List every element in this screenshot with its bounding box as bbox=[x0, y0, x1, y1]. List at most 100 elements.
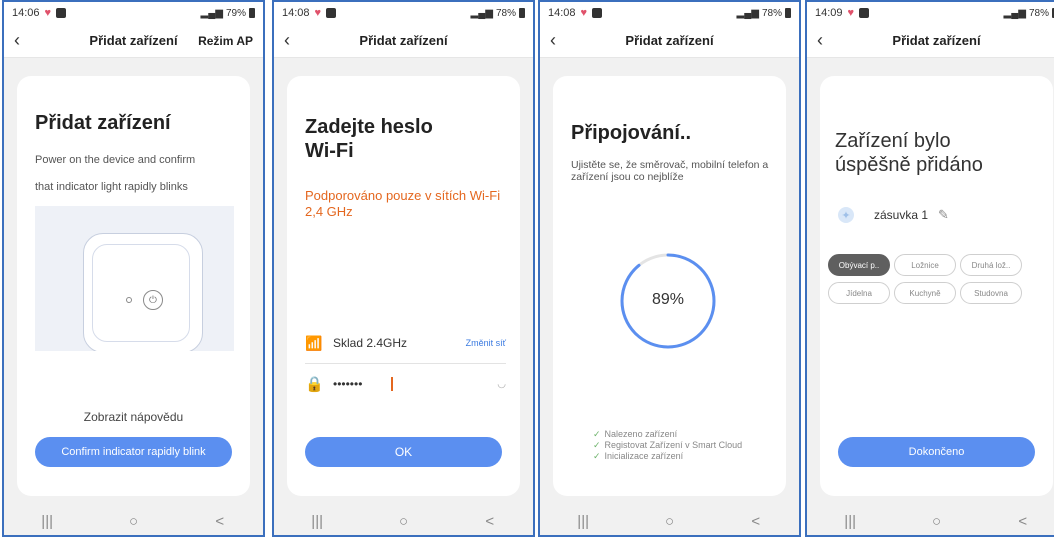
room-chip[interactable]: Ložnice bbox=[894, 254, 956, 276]
divider bbox=[305, 363, 506, 364]
list-item: ✓ Nalezeno zařízení bbox=[593, 429, 678, 439]
edit-icon[interactable]: ✎ bbox=[938, 207, 949, 223]
system-back-icon[interactable]: < bbox=[1003, 513, 1043, 530]
system-back-icon[interactable]: < bbox=[200, 513, 240, 530]
page-title-line-2: Wi-Fi bbox=[305, 140, 354, 162]
indicator-light-icon bbox=[126, 297, 132, 303]
status-bar: 14:08 ♥ ▂▄▆ 78% bbox=[540, 2, 799, 24]
connection-steps: ✓ Nalezeno zařízení ✓ Registovat Zařízen… bbox=[593, 429, 742, 462]
status-bar: 14:09 ♥ ▂▄▆ 78% bbox=[807, 2, 1054, 24]
list-item: ✓ Registovat Zařízení v Smart Cloud bbox=[593, 440, 743, 450]
progress-ring: 89% bbox=[618, 251, 718, 351]
nav-title: Přidat zařízení bbox=[892, 33, 981, 48]
phone-screen-wifi-password: 14:08 ♥ ▂▄▆ 78% ‹ Přidat zařízení Zadejt… bbox=[272, 0, 535, 537]
show-help-link[interactable]: Zobrazit nápovědu bbox=[17, 410, 250, 424]
battery-level: 79% bbox=[225, 7, 246, 19]
phone-screen-connecting: 14:08 ♥ ▂▄▆ 78% ‹ Přidat zařízení Připoj… bbox=[538, 0, 801, 537]
wifi-icon: 📶 bbox=[305, 334, 323, 351]
status-bar: 14:08 ♥ ▂▄▆ 78% bbox=[274, 2, 533, 24]
recent-apps-icon[interactable]: ||| bbox=[830, 513, 870, 530]
progress-percent: 89% bbox=[651, 291, 685, 308]
device-name: zásuvka 1 bbox=[874, 208, 929, 222]
battery-level: 78% bbox=[1028, 7, 1049, 19]
recent-apps-icon[interactable]: ||| bbox=[27, 513, 67, 530]
home-icon[interactable]: ○ bbox=[916, 513, 956, 530]
content-card: Zařízení bylo úspěšně přidáno ✦ zásuvka … bbox=[820, 76, 1053, 496]
page-title: Připojování.. bbox=[571, 122, 692, 144]
status-time: 14:08 bbox=[282, 7, 310, 19]
room-selector: Obývací p.. Ložnice Druhá lož.. Jídelna … bbox=[828, 254, 1047, 310]
status-time: 14:06 bbox=[12, 7, 40, 19]
heart-icon: ♥ bbox=[580, 7, 588, 19]
room-chip[interactable]: Jídelna bbox=[828, 282, 890, 304]
notification-icon bbox=[859, 8, 870, 18]
status-time: 14:09 bbox=[815, 7, 843, 19]
phone-screen-device-added: 14:09 ♥ ▂▄▆ 78% ‹ Přidat zařízení Zaříze… bbox=[805, 0, 1054, 537]
system-nav-bar: ||| ○ < bbox=[4, 507, 263, 535]
page-title-line-1: Zařízení bylo bbox=[835, 130, 951, 152]
recent-apps-icon[interactable]: ||| bbox=[297, 513, 337, 530]
proximity-hint: Ujistěte se, že směrovač, mobilní telefo… bbox=[571, 159, 769, 183]
system-back-icon[interactable]: < bbox=[736, 513, 776, 530]
signal-icon: ▂▄▆ bbox=[1003, 7, 1026, 19]
wifi-network-row: 📶 Sklad 2.4GHz Změnit síť bbox=[305, 333, 506, 353]
battery-icon bbox=[785, 8, 791, 18]
room-chip[interactable]: Druhá lož.. bbox=[960, 254, 1022, 276]
wifi-band-warning: Podporováno pouze v sítích Wi-Fi 2,4 GHz bbox=[305, 188, 501, 219]
battery-level: 78% bbox=[761, 7, 782, 19]
recent-apps-icon[interactable]: ||| bbox=[563, 513, 603, 530]
show-password-icon[interactable]: ◡ bbox=[497, 379, 506, 390]
wifi-network-name: Sklad 2.4GHz bbox=[333, 336, 408, 350]
system-back-icon[interactable]: < bbox=[470, 513, 510, 530]
battery-level: 78% bbox=[495, 7, 516, 19]
page-title: Přidat zařízení bbox=[35, 112, 171, 134]
nav-bar: ‹ Přidat zařízení bbox=[274, 24, 533, 58]
nav-title: Přidat zařízení bbox=[625, 33, 714, 48]
back-icon[interactable]: ‹ bbox=[14, 30, 20, 51]
page-title-line-2: úspěšně přidáno bbox=[835, 154, 983, 176]
change-network-link[interactable]: Změnit síť bbox=[466, 338, 506, 348]
home-icon[interactable]: ○ bbox=[383, 513, 423, 530]
confirm-blink-button[interactable]: Confirm indicator rapidly blink bbox=[35, 437, 232, 467]
notification-icon bbox=[326, 8, 337, 18]
device-illustration: ⏻ bbox=[35, 206, 234, 351]
home-icon[interactable]: ○ bbox=[649, 513, 689, 530]
signal-icon: ▂▄▆ bbox=[200, 7, 223, 19]
heart-icon: ♥ bbox=[314, 7, 322, 19]
check-icon: ✓ bbox=[593, 451, 601, 461]
device-outline: ⏻ bbox=[83, 233, 203, 351]
home-icon[interactable]: ○ bbox=[113, 513, 153, 530]
lock-icon: 🔒 bbox=[305, 376, 324, 393]
heart-icon: ♥ bbox=[847, 7, 855, 19]
signal-icon: ▂▄▆ bbox=[736, 7, 759, 19]
check-icon: ✓ bbox=[593, 440, 601, 450]
back-icon[interactable]: ‹ bbox=[284, 30, 290, 51]
system-nav-bar: ||| ○ < bbox=[540, 507, 799, 535]
content-card: Připojování.. Ujistěte se, že směrovač, … bbox=[553, 76, 786, 496]
ok-button[interactable]: OK bbox=[305, 437, 502, 467]
device-icon: ✦ bbox=[838, 207, 854, 223]
page-title-line-1: Zadejte heslo bbox=[305, 116, 433, 138]
content-card: Zadejte heslo Wi-Fi Podporováno pouze v … bbox=[287, 76, 520, 496]
status-bar: 14:06 ♥ ▂▄▆ 79% bbox=[4, 2, 263, 24]
room-chip[interactable]: Kuchyně bbox=[894, 282, 956, 304]
back-icon[interactable]: ‹ bbox=[550, 30, 556, 51]
notification-icon bbox=[592, 8, 603, 18]
heart-icon: ♥ bbox=[44, 7, 52, 19]
battery-icon bbox=[519, 8, 525, 18]
room-chip[interactable]: Obývací p.. bbox=[828, 254, 890, 276]
list-item: ✓ Inicializace zařízení bbox=[593, 451, 684, 461]
instruction-line-1: Power on the device and confirm bbox=[35, 154, 196, 166]
phone-screen-add-device: 14:06 ♥ ▂▄▆ 79% ‹ Přidat zařízení Režim … bbox=[2, 0, 265, 537]
check-icon: ✓ bbox=[593, 429, 601, 439]
back-icon[interactable]: ‹ bbox=[817, 30, 823, 51]
nav-title: Přidat zařízení bbox=[359, 33, 448, 48]
nav-bar: ‹ Přidat zařízení bbox=[540, 24, 799, 58]
done-button[interactable]: Dokončeno bbox=[838, 437, 1035, 467]
room-chip[interactable]: Studovna bbox=[960, 282, 1022, 304]
password-row: 🔒 ◡ bbox=[305, 373, 506, 395]
password-input[interactable] bbox=[333, 377, 393, 391]
ap-mode-button[interactable]: Režim AP bbox=[198, 34, 253, 48]
status-time: 14:08 bbox=[548, 7, 576, 19]
device-name-row: ✦ zásuvka 1 ✎ bbox=[838, 205, 949, 225]
